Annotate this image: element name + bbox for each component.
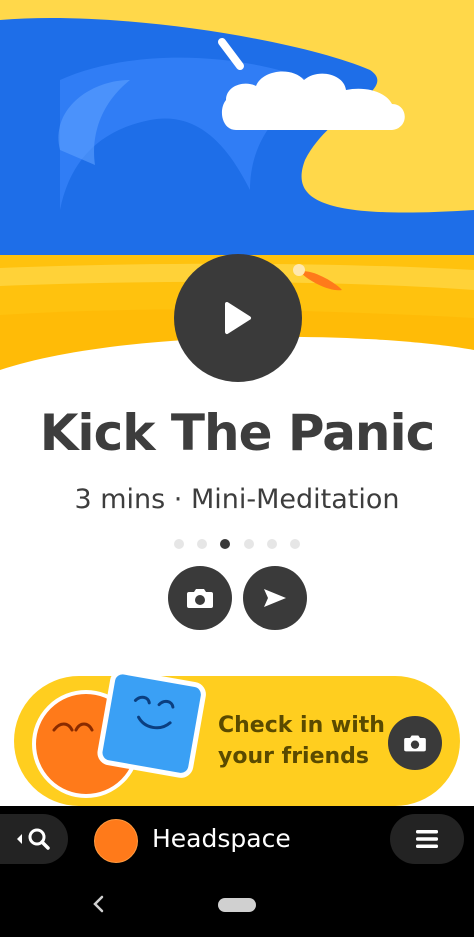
search-icon <box>28 828 50 850</box>
menu-button[interactable] <box>390 814 464 864</box>
nav-back-button[interactable] <box>88 888 108 920</box>
session-meta: 3 mins · Mini-Meditation <box>74 484 400 515</box>
send-icon <box>264 589 286 607</box>
friends-illustration <box>14 652 214 812</box>
app-avatar[interactable] <box>94 819 138 863</box>
chevron-left-icon <box>17 834 22 844</box>
checkin-camera-button[interactable] <box>388 716 442 770</box>
camera-icon <box>187 589 213 608</box>
play-icon <box>225 302 251 334</box>
back-icon <box>93 895 104 913</box>
page-dot <box>197 539 208 549</box>
checkin-line-2: your friends <box>218 744 370 769</box>
menu-icon <box>416 830 438 848</box>
nav-home-pill[interactable] <box>218 898 256 912</box>
page-indicator <box>174 537 300 551</box>
play-button[interactable] <box>174 254 302 382</box>
camera-icon <box>404 735 426 752</box>
camera-button[interactable] <box>168 566 232 630</box>
page-dot <box>266 539 277 549</box>
search-button[interactable] <box>0 814 68 864</box>
page-dot <box>243 539 254 549</box>
page-dot <box>174 539 184 549</box>
checkin-text: Check in with your friends <box>218 710 388 772</box>
session-title: Kick The Panic <box>39 404 436 462</box>
app-name[interactable]: Headspace <box>152 824 291 853</box>
checkin-line-1: Check in with <box>218 713 385 738</box>
page-dot-active <box>220 539 231 549</box>
share-button[interactable] <box>243 566 307 630</box>
page-dot <box>289 539 300 549</box>
